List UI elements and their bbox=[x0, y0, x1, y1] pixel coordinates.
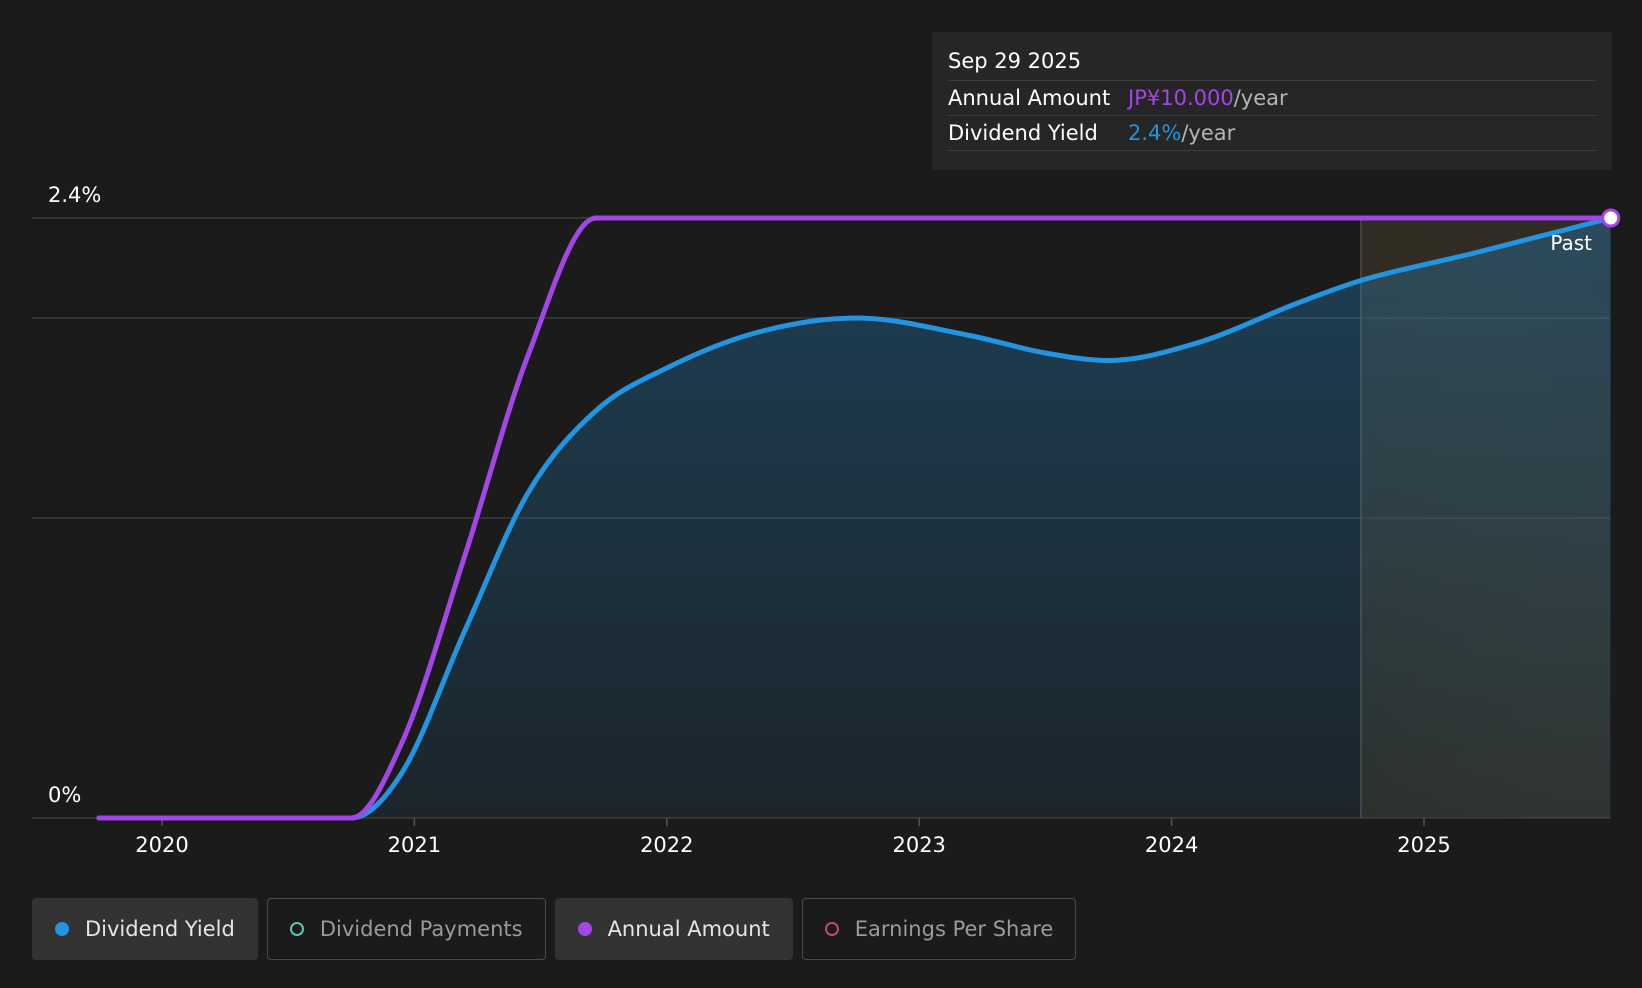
dot-icon bbox=[577, 922, 592, 936]
y-axis-label-top: 2.4% bbox=[48, 183, 101, 207]
tooltip-row-annual-amount: Annual Amount JP¥10.000 /year bbox=[948, 81, 1596, 116]
tooltip-label: Dividend Yield bbox=[948, 121, 1098, 145]
legend-item-dividend-payments[interactable]: Dividend Payments bbox=[266, 898, 546, 960]
tooltip-date: Sep 29 2025 bbox=[948, 46, 1596, 81]
dot-icon bbox=[824, 922, 839, 936]
legend-item-earnings-per-share[interactable]: Earnings Per Share bbox=[801, 898, 1077, 960]
x-tick-label: 2023 bbox=[892, 833, 945, 857]
legend-label: Dividend Payments bbox=[319, 917, 523, 941]
past-label: Past bbox=[1550, 231, 1592, 255]
legend-item-dividend-yield[interactable]: Dividend Yield bbox=[32, 898, 258, 960]
tooltip-row-dividend-yield: Dividend Yield 2.4% /year bbox=[948, 116, 1596, 151]
dot-icon bbox=[289, 922, 304, 936]
legend-label: Dividend Yield bbox=[85, 917, 235, 941]
x-tick-label: 2025 bbox=[1397, 833, 1450, 857]
legend-item-annual-amount[interactable]: Annual Amount bbox=[554, 898, 793, 960]
tooltip-unit: /year bbox=[1181, 121, 1236, 145]
legend-label: Earnings Per Share bbox=[854, 917, 1054, 941]
tooltip-value: JP¥10.000 bbox=[1128, 86, 1234, 110]
x-tick-label: 2021 bbox=[388, 833, 441, 857]
legend: Dividend Yield Dividend Payments Annual … bbox=[32, 898, 1077, 960]
tooltip-value: 2.4% bbox=[1128, 121, 1182, 145]
x-tick-label: 2024 bbox=[1145, 833, 1198, 857]
tooltip-label: Annual Amount bbox=[948, 86, 1111, 110]
tooltip-unit: /year bbox=[1233, 86, 1288, 110]
y-axis-label-bottom: 0% bbox=[48, 783, 81, 807]
x-tick-label: 2022 bbox=[640, 833, 693, 857]
x-tick-label: 2020 bbox=[135, 833, 188, 857]
highlight-marker bbox=[1601, 208, 1621, 228]
legend-label: Annual Amount bbox=[607, 917, 770, 941]
dot-icon bbox=[55, 922, 69, 936]
tooltip: Sep 29 2025 Annual Amount JP¥10.000 /yea… bbox=[932, 32, 1612, 170]
